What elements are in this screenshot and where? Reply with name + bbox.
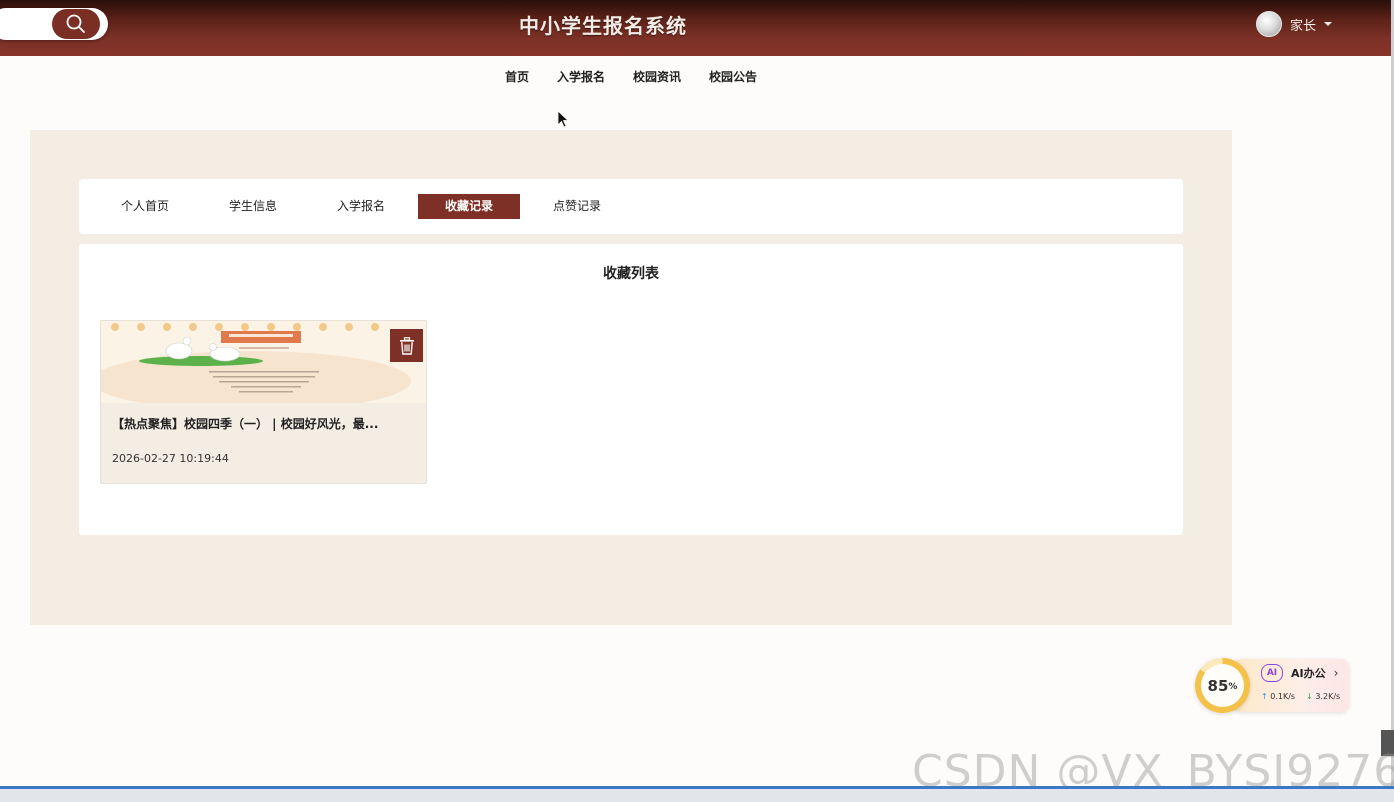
upload-speed-value: 0.1K/s [1270,692,1296,701]
user-center-tabs: 个人首页 学生信息 入学报名 收藏记录 点赞记录 [79,179,1183,234]
network-speeds: ↑ 0.1K/s ↓ 3.2K/s [1261,692,1340,701]
user-menu[interactable]: 家长 [1256,11,1333,37]
favorite-time: 2026-02-27 10:19:44 [112,452,229,465]
site-title: 中小学生报名系统 [519,14,687,38]
nav-enrollment[interactable]: 入学报名 [557,66,605,87]
favorites-card: 收藏列表 【热点聚焦】校园四季（一） | 校园好风光，最... 2026-02-… [79,244,1183,535]
nav-campus-notice[interactable]: 校园公告 [709,66,757,87]
taskbar [0,786,1394,802]
ai-office-label: AI办公 [1291,667,1326,680]
arrow-up-icon: ↑ [1261,692,1268,701]
nav-home[interactable]: 首页 [505,66,529,87]
mouse-cursor-icon [557,110,569,128]
cpu-gauge: 85% [1195,658,1250,713]
arrow-down-icon: ↓ [1306,692,1313,701]
download-speed-value: 3.2K/s [1315,692,1341,701]
trash-icon [399,336,414,355]
gauge-percent-unit: % [1228,682,1238,692]
top-header: 中小学生报名系统 家长 [0,0,1394,56]
favorite-title[interactable]: 【热点聚焦】校园四季（一） | 校园好风光，最... [112,415,412,432]
tab-favorites[interactable]: 收藏记录 [418,194,520,219]
tab-personal-home[interactable]: 个人首页 [94,194,196,219]
upload-speed: ↑ 0.1K/s [1261,692,1295,701]
favorite-item[interactable]: 【热点聚焦】校园四季（一） | 校园好风光，最... 2026-02-27 10… [100,320,427,484]
system-monitor-widget[interactable]: 85% AI AI办公 › ↑ 0.1K/s ↓ 3.2K/s [1195,658,1349,713]
gauge-percent: 85 [1207,676,1229,695]
chevron-right-icon: › [1333,666,1339,680]
tab-likes[interactable]: 点赞记录 [526,194,628,219]
user-name: 家长 [1290,18,1317,34]
ai-office-link[interactable]: AI AI办公 › [1261,664,1338,682]
ai-icon: AI [1261,664,1283,682]
tab-enrollment[interactable]: 入学报名 [310,194,412,219]
chevron-down-icon [1324,22,1333,26]
avatar [1256,11,1282,37]
thumbnail-image [101,321,426,403]
nav-campus-news[interactable]: 校园资讯 [633,66,681,87]
favorite-thumbnail[interactable] [101,321,426,403]
tab-student-info[interactable]: 学生信息 [202,194,304,219]
favorites-title: 收藏列表 [603,266,659,282]
delete-favorite-button[interactable] [390,329,423,362]
main-nav: 首页 入学报名 校园资讯 校园公告 [0,66,1262,87]
gauge-value: 85% [1201,664,1244,707]
download-speed: ↓ 3.2K/s [1306,692,1340,701]
